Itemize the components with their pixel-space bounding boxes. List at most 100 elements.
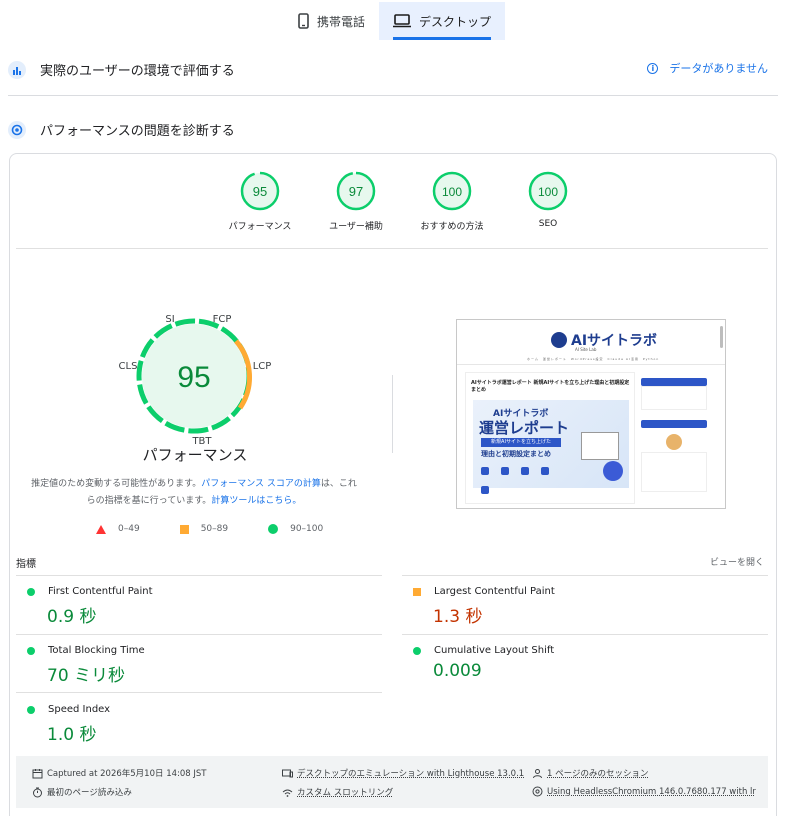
metric-divider (16, 634, 382, 635)
category-label: パフォーマンス (228, 222, 292, 232)
legend-poor: 0–49 (96, 524, 140, 534)
category-label: SEO (538, 219, 558, 229)
metric-value: 0.9 秒 (47, 607, 97, 627)
legend-average: 50–89 (179, 524, 229, 534)
circle-icon (268, 524, 279, 534)
wifi-icon (282, 789, 293, 797)
metric-name: Cumulative Layout Shift (434, 645, 555, 656)
metric-value: 1.3 秒 (433, 607, 483, 627)
banner-bottom-text: 理由と初期設定まとめ (481, 450, 551, 458)
banner-badge (603, 461, 623, 481)
device-tabs: 携帯電話 デスクトップ (284, 2, 506, 40)
emulation-info[interactable]: デスクトップのエミュレーション with Lighthouse 13.0.1 (282, 767, 524, 779)
performance-title: パフォーマンス (142, 446, 248, 464)
triangle-icon (96, 524, 106, 534)
category-score: 100 (538, 185, 558, 199)
no-data-link[interactable]: i データがありません (647, 60, 768, 76)
fcp-label: FCP (213, 314, 232, 325)
field-data-icon (8, 60, 26, 79)
field-data-header: 実際のユーザーの環境で評価する i データがありません (8, 60, 778, 79)
vertical-divider (392, 375, 393, 453)
legend-good: 90–100 (268, 524, 323, 534)
banner-icons (481, 460, 577, 494)
site-sidebar (641, 378, 707, 504)
site-nav: ホーム 運営レポート WordPress設定 Claude AI活用 Pytho… (527, 357, 660, 361)
expand-view-toggle[interactable]: ビューを開く (710, 555, 764, 568)
cls-label: CLS (119, 361, 138, 372)
metric-lcp: Largest Contentful Paint 1.3 秒 (413, 586, 753, 627)
category-accessibility[interactable]: 97 ユーザー補助 (308, 171, 404, 232)
captured-time: Captured at 2026年5月10日 14:08 JST (32, 767, 207, 779)
legend-good-range: 90–100 (290, 524, 324, 534)
tab-desktop-label: デスクトップ (419, 14, 492, 29)
good-indicator-icon (27, 587, 35, 596)
score-gauge: 97 (336, 171, 376, 211)
category-seo[interactable]: 100 SEO (500, 171, 596, 232)
site-logo-icon (551, 332, 567, 348)
browser-info[interactable]: Using HeadlessChromium 146.0.7680.177 wi… (532, 786, 756, 797)
square-icon (179, 524, 189, 534)
metrics-heading: 指標 (16, 559, 36, 570)
category-best-practices[interactable]: 100 おすすめの方法 (404, 171, 500, 232)
tab-mobile-label: 携帯電話 (317, 14, 366, 29)
site-post-title: AIサイトラボ運営レポート 新規AIサイトを立ち上げた理由と初期設定まとめ (471, 380, 630, 393)
metric-tbt: Total Blocking Time 70 ミリ秒 (27, 645, 367, 686)
metric-si: Speed Index 1.0 秒 (27, 704, 367, 745)
chrome-icon (532, 786, 543, 797)
page-screenshot[interactable]: AIサイトラボ AI Site Lab ホーム 運営レポート WordPress… (456, 319, 726, 509)
desktop-icon (393, 14, 412, 28)
metric-fcp: First Contentful Paint 0.9 秒 (27, 586, 367, 627)
lab-data-header: パフォーマンスの問題を診断する (8, 120, 778, 139)
score-gauge: 100 (528, 171, 568, 211)
run-info-panel: Captured at 2026年5月10日 14:08 JST デスクトップの… (16, 756, 768, 808)
si-label: SI (165, 314, 174, 325)
site-logo-subtitle: AI Site Lab (575, 347, 597, 352)
score-calc-link[interactable]: パフォーマンス スコアの計算 (201, 479, 321, 489)
metric-name: Total Blocking Time (48, 645, 145, 656)
metric-value: 0.009 (433, 661, 482, 681)
category-label: ユーザー補助 (329, 222, 383, 232)
browser-text: Using HeadlessChromium 146.0.7680.177 wi… (547, 786, 756, 797)
performance-score: 95 (177, 361, 210, 394)
metric-cls: Cumulative Layout Shift 0.009 (413, 645, 753, 681)
info-icon: i (647, 62, 659, 74)
captured-text: Captured at 2026年5月10日 14:08 JST (47, 769, 207, 779)
site-nav-divider (457, 364, 725, 365)
banner-main-text: 運営レポート (479, 419, 570, 437)
gauges-divider (16, 248, 768, 249)
legend-average-range: 50–89 (200, 524, 229, 534)
metric-name: Largest Contentful Paint (434, 586, 555, 597)
person-icon (533, 768, 542, 778)
banner-tag: 新規AIサイトを立ち上げた (481, 438, 561, 447)
metric-divider (16, 692, 382, 693)
mobile-icon (298, 13, 309, 29)
calculator-link[interactable]: 計算ツールはこちら。 (211, 496, 301, 506)
score-gauge: 95 (240, 171, 280, 211)
tab-desktop[interactable]: デスクトップ (379, 2, 506, 40)
site-logo: AIサイトラボ (551, 330, 657, 350)
timer-icon (33, 787, 42, 797)
score-gauge: 100 (432, 171, 472, 211)
emulation-text: デスクトップのエミュレーション with Lighthouse 13.0.1 (297, 769, 525, 779)
category-label: おすすめの方法 (420, 222, 484, 232)
category-gauges: 95 パフォーマンス 97 ユーザー補助 100 おすすめの方法 100 SEO (212, 171, 596, 232)
tab-mobile[interactable]: 携帯電話 (284, 2, 379, 40)
score-legend: 0–49 50–89 90–100 (96, 524, 323, 534)
good-indicator-icon (27, 705, 35, 714)
performance-gauge: 95 SI FCP LCP CLS TBT (119, 314, 272, 447)
lab-data-title: パフォーマンスの問題を診断する (40, 124, 235, 139)
session-info[interactable]: 1 ページのみのセッション (532, 767, 648, 779)
throttling-info[interactable]: カスタム スロットリング (282, 786, 393, 798)
metric-value: 1.0 秒 (47, 725, 97, 745)
field-data-title: 実際のユーザーの環境で評価する (40, 64, 235, 79)
category-score: 97 (349, 184, 363, 199)
screenshot-scrollbar (720, 326, 723, 348)
average-indicator-icon (413, 587, 421, 596)
legend-poor-range: 0–49 (118, 524, 140, 534)
profile-avatar (666, 434, 682, 450)
metric-value: 70 ミリ秒 (47, 666, 126, 686)
metric-name: First Contentful Paint (48, 586, 153, 597)
devices-icon (282, 769, 293, 777)
metric-divider (16, 575, 382, 576)
category-performance[interactable]: 95 パフォーマンス (212, 171, 308, 232)
